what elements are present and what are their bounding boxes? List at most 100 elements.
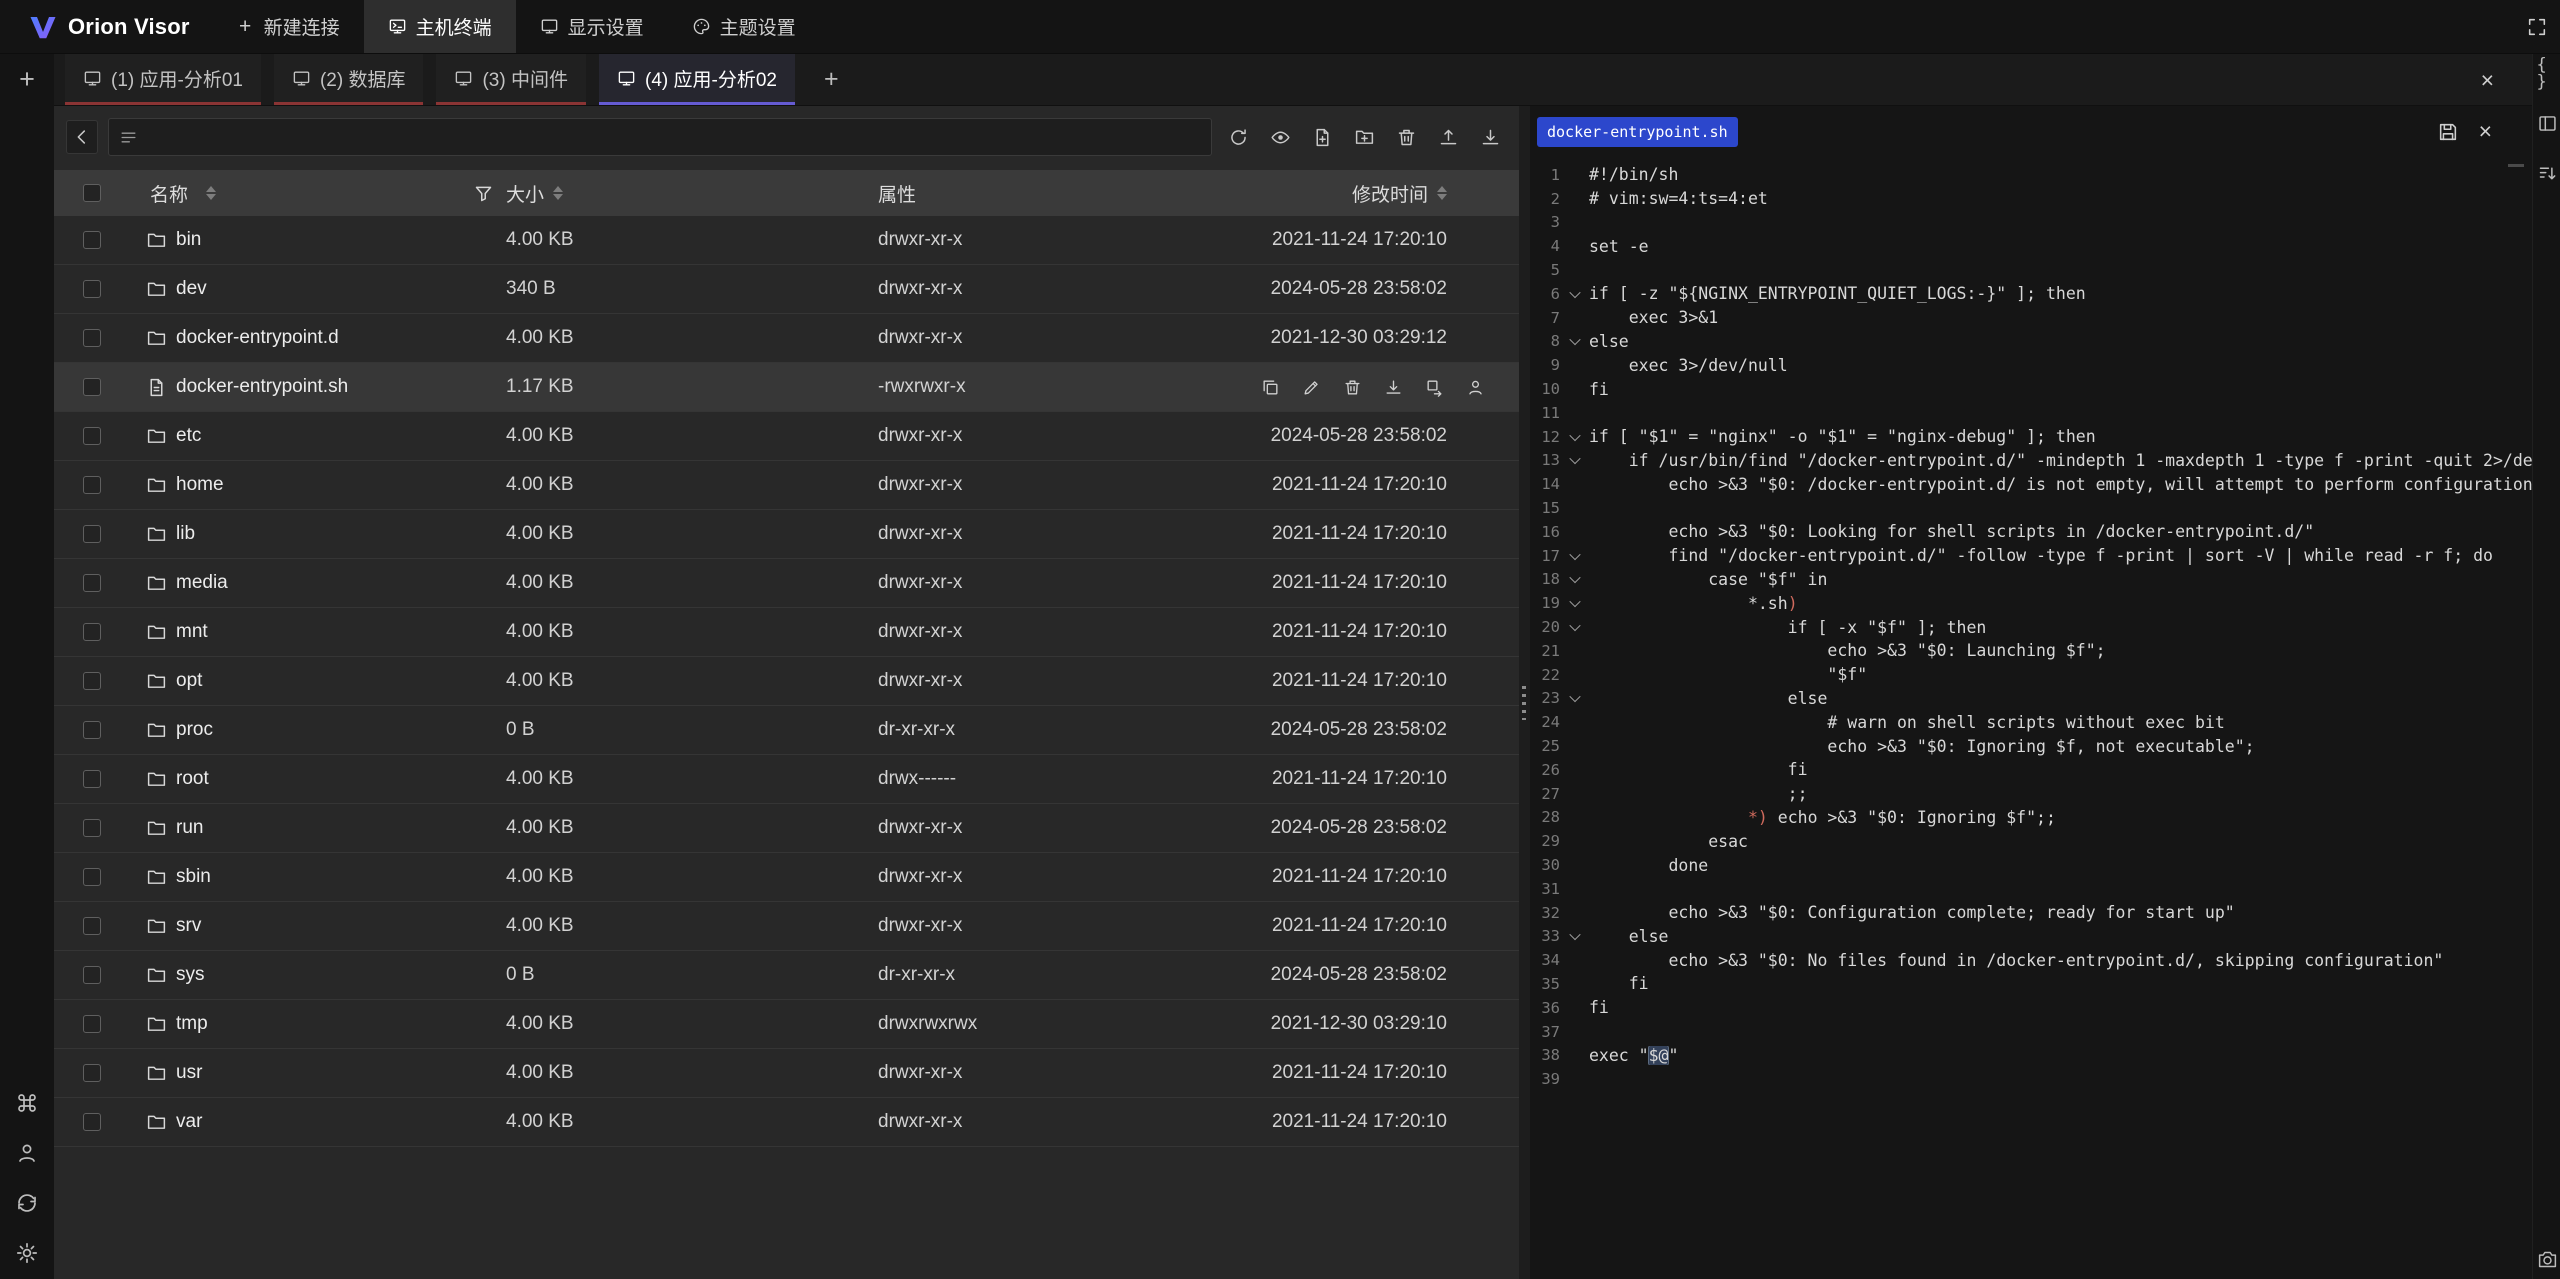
table-row[interactable]: docker-entrypoint.d4.00 KBdrwxr-xr-x2021… xyxy=(54,314,1519,363)
table-row[interactable]: etc4.00 KBdrwxr-xr-x2024-05-28 23:58:02 xyxy=(54,412,1519,461)
save-button[interactable] xyxy=(2437,121,2459,143)
user-button[interactable] xyxy=(15,1141,39,1165)
menu-item-3[interactable]: 显示设置 xyxy=(516,0,668,53)
select-all-checkbox[interactable] xyxy=(83,184,101,202)
table-row[interactable]: root4.00 KBdrwx------2021-11-24 17:20:10 xyxy=(54,755,1519,804)
tab-1[interactable]: (1) 应用-分析01 xyxy=(65,54,261,105)
permission-button[interactable] xyxy=(1466,378,1485,397)
row-checkbox[interactable] xyxy=(83,1113,101,1131)
table-row[interactable]: tmp4.00 KBdrwxrwxrwx2021-12-30 03:29:10 xyxy=(54,1000,1519,1049)
line-number: 17 xyxy=(1530,547,1560,565)
table-row[interactable]: proc0 Bdr-xr-xr-x2024-05-28 23:58:02 xyxy=(54,706,1519,755)
row-checkbox[interactable] xyxy=(83,427,101,445)
row-checkbox[interactable] xyxy=(83,378,101,396)
fullscreen-button[interactable] xyxy=(2526,0,2548,54)
table-row[interactable]: dev340 Bdrwxr-xr-x2024-05-28 23:58:02 xyxy=(54,265,1519,314)
row-checkbox[interactable] xyxy=(83,329,101,347)
row-checkbox[interactable] xyxy=(83,574,101,592)
editor-close-button[interactable]: × xyxy=(2479,120,2492,143)
tab-3[interactable]: (3) 中间件 xyxy=(436,54,586,105)
new-folder-button[interactable] xyxy=(1348,120,1380,154)
delete-button[interactable] xyxy=(1390,120,1422,154)
tabbar-close-button[interactable]: × xyxy=(2481,54,2494,106)
code-button[interactable]: { } xyxy=(2537,63,2558,84)
row-checkbox[interactable] xyxy=(83,672,101,690)
row-checkbox[interactable] xyxy=(83,917,101,935)
copy-button[interactable] xyxy=(1261,378,1280,397)
row-checkbox[interactable] xyxy=(83,868,101,886)
filter-icon[interactable] xyxy=(473,183,494,204)
table-row[interactable]: usr4.00 KBdrwxr-xr-x2021-11-24 17:20:10 xyxy=(54,1049,1519,1098)
editor-file-tag[interactable]: docker-entrypoint.sh xyxy=(1537,117,1738,147)
sort-name-button[interactable] xyxy=(206,186,216,200)
line-number: 27 xyxy=(1530,785,1560,803)
row-checkbox[interactable] xyxy=(83,721,101,739)
table-row[interactable]: lib4.00 KBdrwxr-xr-x2021-11-24 17:20:10 xyxy=(54,510,1519,559)
menu-item-2[interactable]: 主机终端 xyxy=(364,0,516,53)
sort-button[interactable] xyxy=(2537,163,2558,184)
fold-toggle[interactable] xyxy=(1560,623,1589,631)
download-button[interactable] xyxy=(1474,120,1506,154)
sync-button[interactable] xyxy=(15,1191,39,1215)
column-mtime[interactable]: 修改时间 xyxy=(1352,180,1428,207)
table-row[interactable]: docker-entrypoint.sh1.17 KB-rwxrwxr-x xyxy=(54,363,1519,412)
command-button[interactable] xyxy=(15,1091,39,1115)
delete-button[interactable] xyxy=(1343,378,1362,397)
table-row[interactable]: home4.00 KBdrwxr-xr-x2021-11-24 17:20:10 xyxy=(54,461,1519,510)
row-checkbox[interactable] xyxy=(83,966,101,984)
menu-item-4[interactable]: 主题设置 xyxy=(668,0,820,53)
move-button[interactable] xyxy=(1425,378,1444,397)
fold-toggle[interactable] xyxy=(1560,456,1589,464)
sort-mtime-button[interactable] xyxy=(1437,186,1447,200)
row-checkbox[interactable] xyxy=(83,819,101,837)
new-connection-button[interactable]: + xyxy=(0,64,54,95)
tab-2[interactable]: (2) 数据库 xyxy=(274,54,424,105)
row-checkbox[interactable] xyxy=(83,476,101,494)
table-row[interactable]: sbin4.00 KBdrwxr-xr-x2021-11-24 17:20:10 xyxy=(54,853,1519,902)
panel-splitter[interactable] xyxy=(1519,106,1530,1279)
screenshot-button[interactable] xyxy=(2537,1249,2558,1270)
table-row[interactable]: opt4.00 KBdrwxr-xr-x2021-11-24 17:20:10 xyxy=(54,657,1519,706)
back-button[interactable] xyxy=(66,120,98,154)
table-row[interactable]: var4.00 KBdrwxr-xr-x2021-11-24 17:20:10 xyxy=(54,1098,1519,1147)
sort-size-button[interactable] xyxy=(553,186,563,200)
layout-button[interactable] xyxy=(2537,113,2558,134)
row-checkbox[interactable] xyxy=(83,525,101,543)
row-checkbox[interactable] xyxy=(83,1015,101,1033)
table-row[interactable]: srv4.00 KBdrwxr-xr-x2021-11-24 17:20:10 xyxy=(54,902,1519,951)
new-file-button[interactable] xyxy=(1306,120,1338,154)
code-editor[interactable]: 1#!/bin/sh2# vim:sw=4:ts=4:et34set -e56i… xyxy=(1530,157,2532,1279)
row-checkbox[interactable] xyxy=(83,280,101,298)
fold-toggle[interactable] xyxy=(1560,932,1589,940)
fold-toggle[interactable] xyxy=(1560,694,1589,702)
table-row[interactable]: bin4.00 KBdrwxr-xr-x2021-11-24 17:20:10 xyxy=(54,216,1519,265)
refresh-button[interactable] xyxy=(1222,120,1254,154)
table-row[interactable]: run4.00 KBdrwxr-xr-x2024-05-28 23:58:02 xyxy=(54,804,1519,853)
table-row[interactable]: mnt4.00 KBdrwxr-xr-x2021-11-24 17:20:10 xyxy=(54,608,1519,657)
row-checkbox[interactable] xyxy=(83,770,101,788)
fold-toggle[interactable] xyxy=(1560,552,1589,560)
splitter-grip[interactable] xyxy=(1522,686,1526,720)
menu-item-1[interactable]: +新建连接 xyxy=(212,0,364,53)
column-size[interactable]: 大小 xyxy=(506,180,544,207)
column-name[interactable]: 名称 xyxy=(150,180,188,207)
upload-button[interactable] xyxy=(1432,120,1464,154)
row-checkbox[interactable] xyxy=(83,623,101,641)
settings-button[interactable] xyxy=(15,1241,39,1265)
fold-toggle[interactable] xyxy=(1560,290,1589,298)
add-tab-button[interactable]: + xyxy=(808,54,855,105)
path-menu-icon[interactable] xyxy=(119,128,138,147)
fold-toggle[interactable] xyxy=(1560,575,1589,583)
fold-toggle[interactable] xyxy=(1560,337,1589,345)
table-row[interactable]: sys0 Bdr-xr-xr-x2024-05-28 23:58:02 xyxy=(54,951,1519,1000)
fold-toggle[interactable] xyxy=(1560,433,1589,441)
fold-toggle[interactable] xyxy=(1560,599,1589,607)
row-checkbox[interactable] xyxy=(83,231,101,249)
row-checkbox[interactable] xyxy=(83,1064,101,1082)
edit-button[interactable] xyxy=(1302,378,1321,397)
table-row[interactable]: media4.00 KBdrwxr-xr-x2021-11-24 17:20:1… xyxy=(54,559,1519,608)
path-input[interactable] xyxy=(146,127,1201,148)
download-button[interactable] xyxy=(1384,378,1403,397)
tab-4[interactable]: (4) 应用-分析02 xyxy=(599,54,795,105)
preview-button[interactable] xyxy=(1264,120,1296,154)
